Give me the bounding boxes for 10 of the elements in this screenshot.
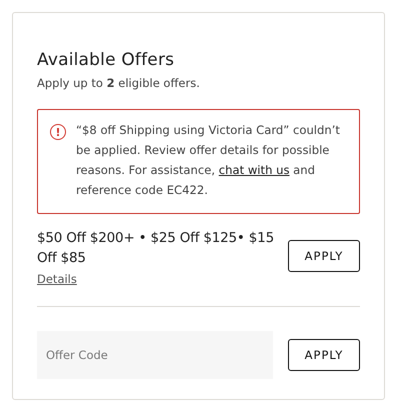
apply-button[interactable]: APPLY — [288, 339, 360, 371]
chat-link[interactable]: chat with us — [218, 163, 290, 177]
apply-button[interactable]: APPLY — [288, 240, 360, 272]
offers-title: Available Offers — [37, 50, 176, 70]
offer-code-field[interactable]: Offer Code — [37, 331, 273, 379]
details-link[interactable]: Details — [37, 272, 77, 286]
offer-title: $50 Off $200+ • $25 Off $125• $15 Off $85 — [37, 229, 275, 268]
alert-icon: ! — [50, 124, 66, 140]
offers-subtitle: Apply up to 2 eligible offers. — [37, 76, 201, 90]
error-message: “$8 off Shipping using Victoria Card” couldn’t be applied. Review offer details for possible reasons. For assistance, chat with us and reference code EC422. — [76, 122, 341, 199]
